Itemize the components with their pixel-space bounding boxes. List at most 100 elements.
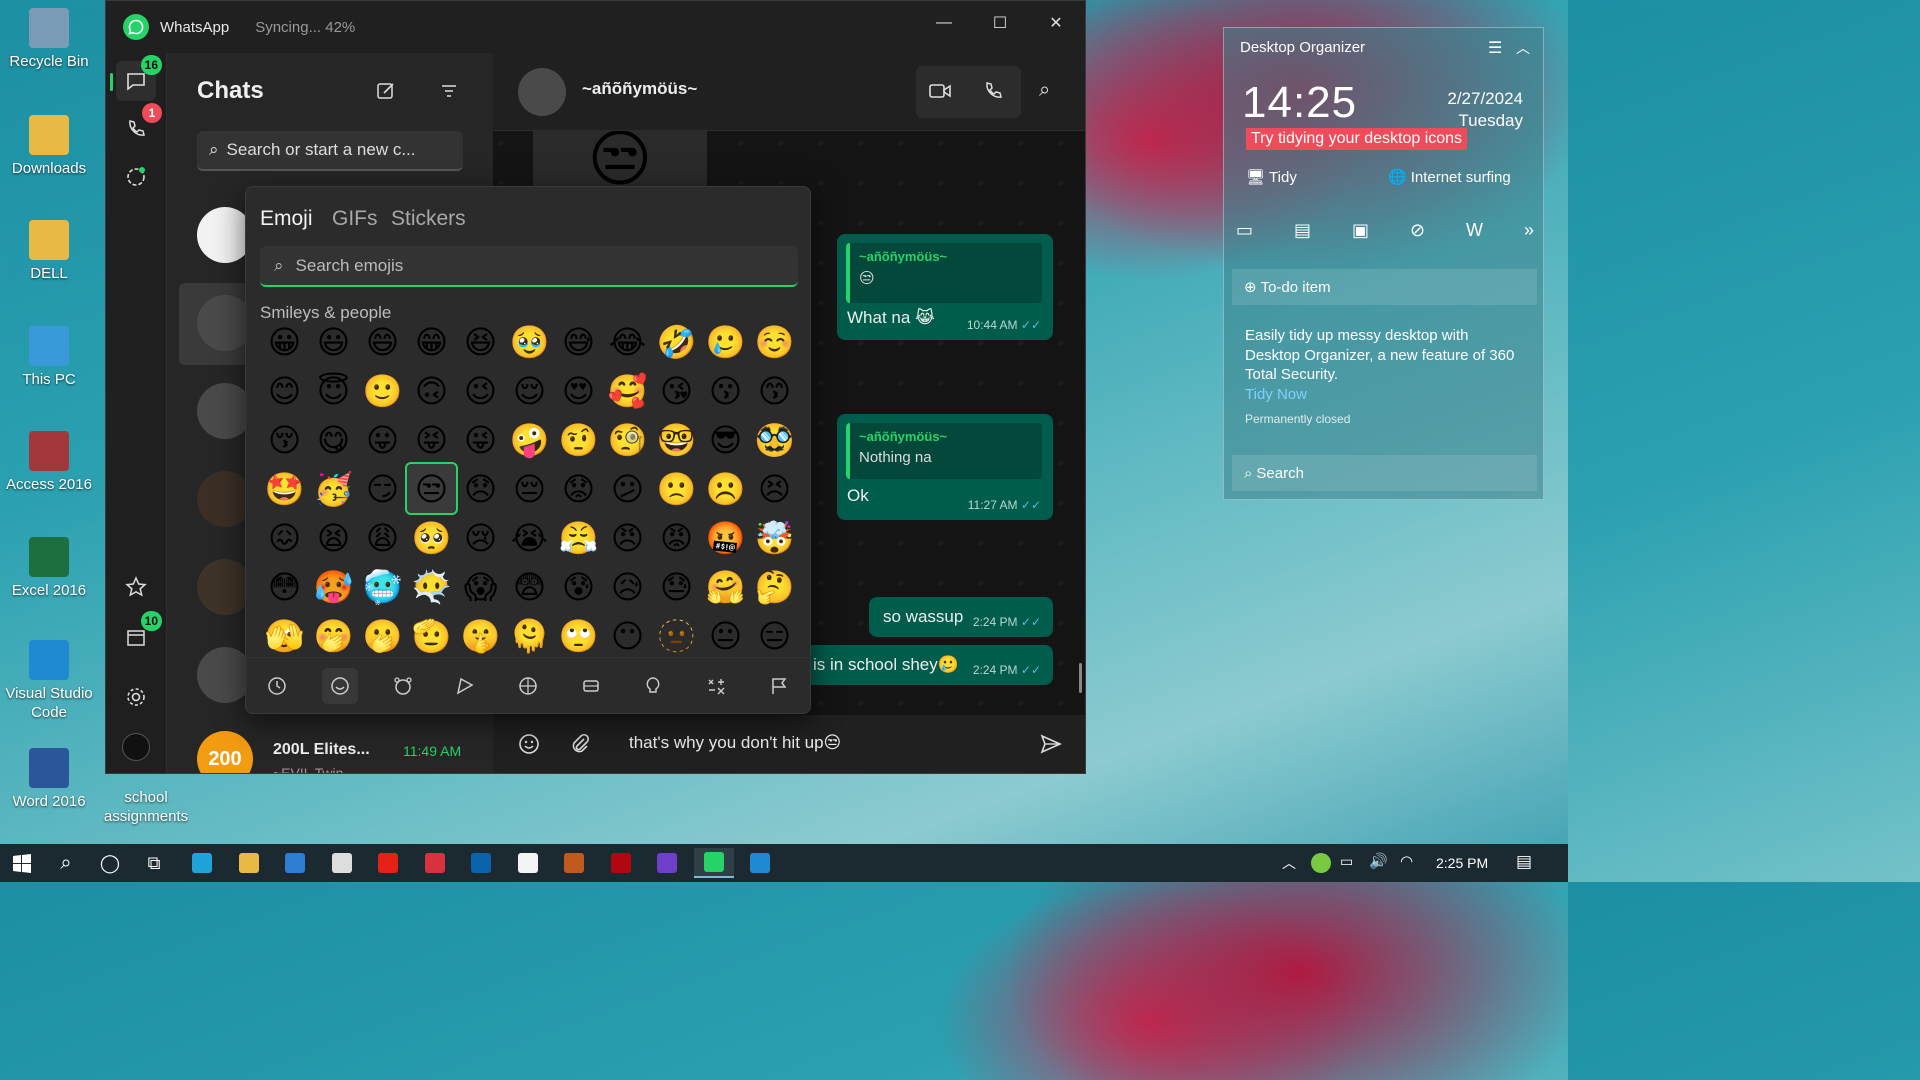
volume-icon[interactable]: 🔊 (1369, 852, 1388, 870)
emoji-cell[interactable]: 😌 (505, 366, 554, 415)
contact-avatar[interactable] (518, 68, 566, 116)
desktop-icon-excel-2016[interactable]: Excel 2016 (0, 537, 98, 600)
emoji-cell[interactable]: ☹️ (701, 464, 750, 513)
emoji-button[interactable] (517, 732, 541, 761)
desktop-icon-dell[interactable]: DELL (0, 220, 98, 283)
taskbar-app-mail[interactable] (322, 848, 362, 878)
category-animals-button[interactable] (385, 668, 421, 704)
emoji-cell[interactable]: 😨 (505, 562, 554, 611)
internet-surfing-button[interactable]: 🌐 Internet surfing (1388, 168, 1511, 187)
emoji-cell[interactable]: 🙂 (358, 366, 407, 415)
emoji-cell[interactable]: 😅 (554, 317, 603, 366)
wps-icon[interactable]: W (1466, 220, 1483, 241)
category-smileys-button[interactable] (321, 667, 358, 704)
wifi-icon[interactable]: ◠ (1400, 852, 1413, 870)
emoji-cell[interactable]: 🫥 (652, 611, 701, 657)
message-bubble[interactable]: is in school shey🥲 2:24 PM ✓✓ (803, 645, 1053, 685)
taskbar-app-store[interactable] (275, 848, 315, 878)
desktop-icon-downloads[interactable]: Downloads (0, 115, 98, 178)
emoji-cell[interactable]: 😄 (358, 317, 407, 366)
chat-item-200l-elites[interactable]: 200 200L Elites... 11:49 AM ~EVIL Twin (167, 723, 494, 773)
taskbar-app-vscode[interactable] (740, 848, 780, 878)
battery-icon[interactable]: ▭ (1340, 853, 1353, 870)
emoji-cell[interactable]: 🤫 (456, 611, 505, 657)
document-icon[interactable]: ▤ (1294, 220, 1311, 241)
category-objects-button[interactable] (635, 668, 671, 704)
quoted-message[interactable]: ~añõñymöüs~ 😒 (846, 243, 1042, 303)
attach-button[interactable] (569, 732, 591, 761)
minimize-button[interactable]: — (924, 9, 964, 37)
menu-icon[interactable]: ☰ (1488, 38, 1502, 58)
taskbar-app-github[interactable] (647, 848, 687, 878)
title-bar[interactable]: WhatsApp Syncing... 42% — ☐ ✕ (106, 1, 1085, 53)
taskbar-app-netflix[interactable] (601, 848, 641, 878)
cortana-button[interactable]: ◯ (90, 848, 130, 878)
emoji-cell[interactable]: 🥵 (309, 562, 358, 611)
emoji-cell[interactable]: 😍 (554, 366, 603, 415)
drive-icon[interactable]: ▭ (1236, 220, 1253, 241)
desktop-icon-recycle-bin[interactable]: Recycle Bin (0, 8, 98, 71)
emoji-cell[interactable]: 😠 (603, 513, 652, 562)
emoji-cell[interactable]: 😓 (652, 562, 701, 611)
emoji-cell[interactable]: 😃 (309, 317, 358, 366)
taskbar-app-edge[interactable] (182, 848, 222, 878)
emoji-cell[interactable]: 🥳 (309, 464, 358, 513)
image-message[interactable]: 😒 (533, 131, 707, 186)
filter-button[interactable] (439, 81, 463, 105)
emoji-cell[interactable]: 😛 (358, 415, 407, 464)
notifications-icon[interactable]: ▤ (1516, 852, 1532, 872)
emoji-cell[interactable]: 😶 (603, 611, 652, 657)
emoji-cell[interactable]: 😖 (260, 513, 309, 562)
emoji-cell[interactable]: 😶‍🌫️ (407, 562, 456, 611)
image-icon[interactable]: ▣ (1352, 220, 1369, 241)
emoji-cell[interactable]: 😜 (456, 415, 505, 464)
emoji-cell[interactable]: 😳 (260, 562, 309, 611)
emoji-cell[interactable]: 🧐 (603, 415, 652, 464)
emoji-cell[interactable]: 🙄 (554, 611, 603, 657)
contact-name[interactable]: ~añõñymöüs~ (582, 79, 697, 99)
desktop-icon-word-2016[interactable]: Word 2016 (0, 748, 98, 811)
emoji-cell[interactable]: 😆 (456, 317, 505, 366)
emoji-cell[interactable]: 🫡 (407, 611, 456, 657)
emoji-cell[interactable]: 🤯 (750, 513, 799, 562)
more-icon[interactable]: » (1524, 220, 1534, 241)
emoji-cell[interactable]: 😂 (603, 317, 652, 366)
archived-nav-button[interactable]: 10 (116, 611, 162, 657)
emoji-cell[interactable]: 🫠 (505, 611, 554, 657)
emoji-cell[interactable]: 😩 (358, 513, 407, 562)
taskbar-app-app[interactable] (554, 848, 594, 878)
emoji-cell[interactable]: 🤣 (652, 317, 701, 366)
taskbar-app-outlook[interactable] (461, 848, 501, 878)
close-button[interactable]: ✕ (1036, 9, 1076, 37)
emoji-cell[interactable]: 😋 (309, 415, 358, 464)
emoji-search-input[interactable]: ⌕ Search emojis (260, 246, 798, 287)
permanently-closed-link[interactable]: Permanently closed (1245, 412, 1350, 426)
emoji-cell[interactable]: 😡 (652, 513, 701, 562)
emoji-cell[interactable]: 😫 (309, 513, 358, 562)
category-activity-button[interactable] (510, 668, 546, 704)
tab-emoji[interactable]: Emoji (260, 207, 313, 231)
message-bubble[interactable]: ~añõñymöüs~ 😒 What na 😹 10:44 AM ✓✓ (837, 234, 1053, 340)
calls-nav-button[interactable]: 1 (116, 103, 162, 149)
category-food-button[interactable] (447, 668, 483, 704)
show-hidden-icons-button[interactable]: ︿ (1282, 853, 1296, 873)
emoji-cell[interactable]: 😰 (554, 562, 603, 611)
status-nav-button[interactable] (116, 157, 156, 197)
tidy-now-link[interactable]: Tidy Now (1245, 385, 1525, 405)
emoji-cell[interactable]: 😉 (456, 366, 505, 415)
emoji-cell[interactable]: 🤨 (554, 415, 603, 464)
desktop-icon-visual-studio-code[interactable]: Visual Studio Code (0, 640, 98, 722)
emoji-cell[interactable]: 😱 (456, 562, 505, 611)
desktop-icon-this-pc[interactable]: This PC (0, 326, 98, 389)
scrollbar[interactable] (1079, 663, 1082, 693)
emoji-cell[interactable]: 🥶 (358, 562, 407, 611)
chats-nav-button[interactable]: 16 (110, 55, 162, 101)
category-recent-button[interactable] (259, 668, 295, 704)
emoji-cell[interactable]: 🥲 (701, 317, 750, 366)
emoji-cell[interactable]: 😔 (505, 464, 554, 513)
search-in-chat-button[interactable]: ⌕ (1039, 79, 1050, 102)
voice-call-button[interactable] (982, 80, 1004, 107)
emoji-cell[interactable]: 😥 (603, 562, 652, 611)
tab-stickers[interactable]: Stickers (391, 207, 466, 231)
emoji-cell[interactable]: 😘 (652, 366, 701, 415)
